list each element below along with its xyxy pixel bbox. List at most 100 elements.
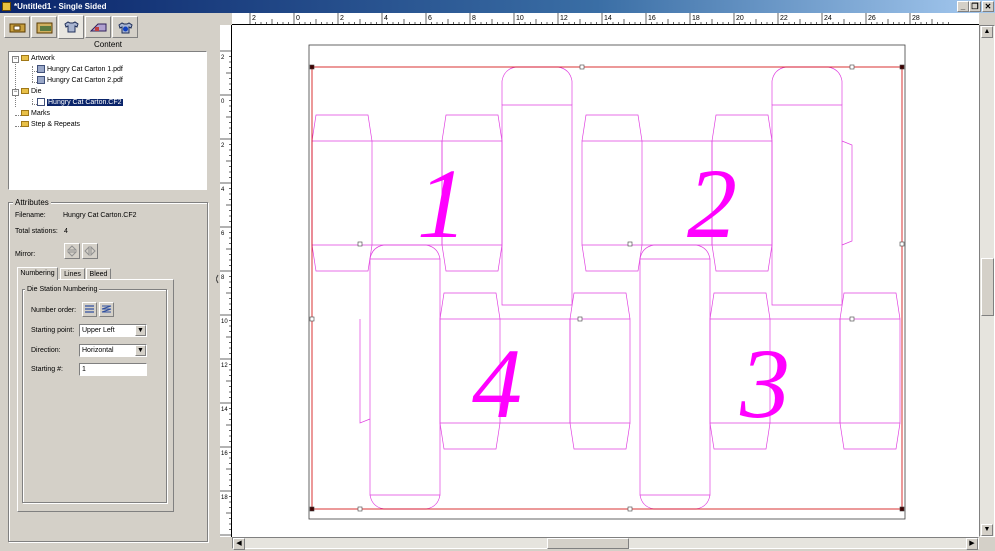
tree-item-artwork[interactable]: Artwork [21,54,55,64]
tab-job[interactable] [4,16,30,38]
die-station-numbering-group [22,289,167,503]
ruler-label: 28 [912,15,920,22]
attributes-group-label: Attributes [13,198,51,207]
starting-number-input[interactable]: 1 [79,363,147,376]
station-number-4: 4 [472,328,522,439]
filename-label: Filename: [15,212,46,219]
tab-numbering[interactable]: Numbering [17,267,58,280]
ruler-label: 0 [296,15,300,22]
press-sheet[interactable]: 1 2 4 3 [232,25,979,537]
marks-icon [64,21,79,33]
ruler-label: 12 [560,15,568,22]
die-file-icon [37,98,45,107]
tab-marks[interactable] [58,15,84,39]
ruler-label: 22 [780,15,788,22]
tree-item-die[interactable]: Die [21,87,42,97]
scroll-down-button[interactable]: ▼ [981,524,993,536]
ruler-label: 2 [221,55,225,61]
minimize-button[interactable]: _ [957,1,969,12]
tree-item-label: Hungry Cat Carton 1.pdf [47,66,123,73]
tree-item-label: Step & Repeats [31,121,81,128]
window-title: *Untitled1 - Single Sided [14,2,107,11]
mirror-horizontal-icon [84,245,96,257]
collapse-die-toggle[interactable]: − [12,89,19,96]
artwork-file-icon [37,65,45,74]
layout-canvas[interactable]: 1 2 4 3 [232,25,979,537]
number-order-label: Number order: [31,307,77,314]
vertical-ruler[interactable]: 202468101214161820 [220,25,232,545]
number-order-rows-button[interactable] [82,302,97,317]
tab-content-files[interactable] [31,16,57,38]
ruler-label: 18 [221,495,228,501]
attributes-panel: Attributes Filename: Hungry Cat Carton.C… [8,198,208,546]
tree-item-marks[interactable]: Marks [21,109,50,119]
tree-item-label: Hungry Cat Carton 2.pdf [47,77,123,84]
ruler-label: 2 [340,15,344,22]
tree-item-label: Die [31,88,42,95]
ruler-label: 24 [824,15,832,22]
tree-item-artwork-2[interactable]: Hungry Cat Carton 2.pdf [37,76,123,86]
ruler-label: 6 [221,231,225,237]
filename-value: Hungry Cat Carton.CF2 [63,212,137,219]
station-number-3: 3 [739,328,790,439]
tree-item-label: Hungry Cat Carton.CF2 [47,99,123,106]
ruler-label: 10 [221,319,228,325]
artwork-file-icon [37,76,45,85]
scroll-up-button[interactable]: ▲ [981,26,993,38]
station-number-2: 2 [687,148,737,259]
tree-item-label: Artwork [31,55,55,62]
tree-item-step-repeats[interactable]: Step & Repeats [21,120,80,130]
tree-item-label: Marks [31,110,51,117]
chevron-down-icon[interactable]: ▼ [135,345,146,356]
horizontal-ruler[interactable]: 2 0 2 4 6 8 10 12 14 16 18 20 22 24 26 28 [232,13,979,25]
horizontal-scroll-thumb[interactable] [547,538,629,549]
mirror-label: Mirror: [15,251,36,258]
folder-icon [21,121,29,128]
starting-number-label: Starting #: [31,366,63,373]
scroll-left-button[interactable]: ◀ [233,538,245,550]
close-button[interactable]: ✕ [982,1,994,12]
ruler-label: 14 [604,15,612,22]
tree-item-artwork-1[interactable]: Hungry Cat Carton 1.pdf [37,65,123,75]
number-order-snake-button[interactable] [99,302,114,317]
ruler-label: 18 [692,15,700,22]
collapse-artwork-toggle[interactable]: − [12,56,19,63]
ruler-label: 8 [221,275,225,281]
ruler-label: 20 [736,15,744,22]
station-number-1: 1 [417,148,467,259]
folder-icon [21,110,29,117]
chevron-down-icon[interactable]: ▼ [135,325,146,336]
ruler-label: 6 [428,15,432,22]
horizontal-scrollbar[interactable]: ◀ ▶ [232,537,979,550]
direction-value: Horizontal [82,347,114,354]
title-bar: *Untitled1 - Single Sided _ ❐ ✕ [0,0,995,13]
tab-sheet[interactable] [85,16,111,38]
restore-button[interactable]: ❐ [969,1,981,12]
folder-icon [21,55,29,62]
mirror-vertical-button[interactable] [64,243,80,259]
ruler-label: 14 [221,407,228,413]
direction-select[interactable]: Horizontal ▼ [79,344,147,357]
horizontal-ruler-ticks: 2 0 2 4 6 8 10 12 14 16 18 20 22 24 26 28 [249,13,949,25]
vertical-scrollbar[interactable]: ▲ ▼ [979,25,995,537]
job-icon [9,23,26,33]
ruler-label: 2 [221,143,225,149]
content-tree[interactable]: − Artwork Hungry Cat Carton 1.pdf Hungry… [8,51,207,190]
direction-label: Direction: [31,347,61,354]
ruler-label: 0 [221,99,225,105]
vertical-scroll-thumb[interactable] [981,258,994,316]
mirror-horizontal-button[interactable] [82,243,98,259]
vertical-ruler-ticks: 202468101214161820 [220,50,232,545]
starting-point-select[interactable]: Upper Left ▼ [79,324,147,337]
ruler-label: 2 [252,15,256,22]
content-icon [36,22,53,34]
starting-point-label: Starting point: [31,327,75,334]
ruler-label: 12 [221,363,228,369]
mirror-vertical-icon [66,245,78,257]
scroll-right-button[interactable]: ▶ [966,538,978,550]
snake-order-icon [101,305,112,313]
tree-item-die-file[interactable]: Hungry Cat Carton.CF2 [37,98,123,108]
info-icon [118,22,133,34]
tab-info[interactable] [112,16,138,38]
ruler-label: 10 [516,15,524,22]
